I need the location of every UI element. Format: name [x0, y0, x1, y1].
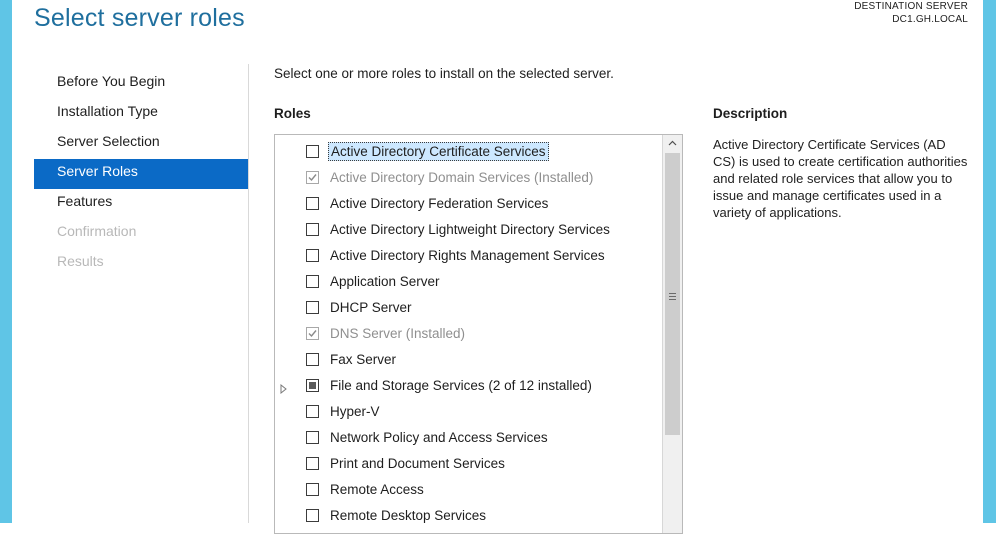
nav-item-confirmation: Confirmation — [57, 223, 137, 239]
role-checkbox[interactable] — [306, 353, 319, 366]
role-row[interactable]: Active Directory Domain Services (Instal… — [275, 165, 661, 191]
destination-server-name: DC1.GH.LOCAL — [892, 14, 968, 25]
role-label[interactable]: Application Server — [328, 273, 442, 290]
role-label[interactable]: Active Directory Certificate Services — [328, 142, 549, 161]
role-row[interactable]: Active Directory Lightweight Directory S… — [275, 217, 661, 243]
role-row[interactable]: Network Policy and Access Services — [275, 425, 661, 451]
role-checkbox[interactable] — [306, 405, 319, 418]
role-label[interactable]: Hyper-V — [328, 403, 382, 420]
instruction-text: Select one or more roles to install on t… — [274, 66, 614, 81]
role-row[interactable]: Fax Server — [275, 347, 661, 373]
role-row[interactable]: Active Directory Rights Management Servi… — [275, 243, 661, 269]
role-checkbox[interactable] — [306, 431, 319, 444]
role-row[interactable]: File and Storage Services (2 of 12 insta… — [275, 373, 661, 399]
nav-item-server-selection[interactable]: Server Selection — [34, 129, 248, 159]
role-row[interactable]: Application Server — [275, 269, 661, 295]
destination-server-info: DESTINATION SERVER DC1.GH.LOCAL — [854, 0, 968, 26]
role-checkbox[interactable] — [306, 483, 319, 496]
role-label[interactable]: Active Directory Domain Services (Instal… — [328, 169, 595, 186]
role-checkbox[interactable] — [306, 145, 319, 158]
page-title: Select server roles — [34, 4, 245, 32]
role-label[interactable]: DNS Server (Installed) — [328, 325, 467, 342]
role-label[interactable]: Fax Server — [328, 351, 398, 368]
window-frame-left — [0, 0, 12, 523]
role-row[interactable]: Print and Document Services — [275, 451, 661, 477]
chevron-up-icon — [668, 140, 677, 146]
role-checkbox — [306, 327, 319, 340]
nav-item-installation-type[interactable]: Installation Type — [34, 99, 248, 129]
role-checkbox[interactable] — [306, 249, 319, 262]
nav-item-before-you-begin[interactable]: Before You Begin — [34, 69, 248, 99]
nav-item-features[interactable]: Features — [34, 189, 248, 219]
role-checkbox[interactable] — [306, 509, 319, 522]
scroll-up-button[interactable] — [663, 135, 682, 152]
role-label[interactable]: Active Directory Lightweight Directory S… — [328, 221, 612, 238]
description-heading: Description — [713, 106, 788, 121]
grip-lines-icon — [669, 293, 676, 302]
description-text: Active Directory Certificate Services (A… — [713, 137, 968, 220]
destination-label: DESTINATION SERVER — [854, 1, 968, 12]
nav-divider — [248, 64, 249, 523]
role-row[interactable]: DHCP Server — [275, 295, 661, 321]
role-row[interactable]: Active Directory Certificate Services — [275, 139, 661, 165]
scroll-thumb[interactable] — [665, 153, 680, 435]
role-row[interactable]: Active Directory Federation Services — [275, 191, 661, 217]
role-checkbox[interactable] — [306, 457, 319, 470]
role-label[interactable]: Network Policy and Access Services — [328, 429, 550, 446]
window-frame-right — [983, 0, 996, 523]
roles-list[interactable]: Active Directory Certificate Services Act… — [274, 134, 683, 534]
role-row[interactable]: DNS Server (Installed) — [275, 321, 661, 347]
role-label[interactable]: Active Directory Rights Management Servi… — [328, 247, 607, 264]
role-label[interactable]: Remote Desktop Services — [328, 507, 488, 524]
role-label[interactable]: Print and Document Services — [328, 455, 507, 472]
role-checkbox[interactable] — [306, 275, 319, 288]
role-checkbox — [306, 171, 319, 184]
nav-item-server-roles[interactable]: Server Roles — [34, 159, 248, 189]
role-checkbox[interactable] — [306, 301, 319, 314]
role-label[interactable]: Remote Access — [328, 481, 426, 498]
nav-item-results: Results — [57, 253, 104, 269]
role-row[interactable]: Remote Desktop Services — [275, 503, 661, 529]
role-label[interactable]: DHCP Server — [328, 299, 414, 316]
role-row[interactable]: Hyper-V — [275, 399, 661, 425]
role-label[interactable]: Active Directory Federation Services — [328, 195, 550, 212]
role-checkbox[interactable] — [306, 197, 319, 210]
role-label[interactable]: File and Storage Services (2 of 12 insta… — [328, 377, 594, 394]
roles-heading: Roles — [274, 106, 311, 121]
roles-scrollbar[interactable] — [662, 135, 682, 533]
role-checkbox[interactable] — [306, 379, 319, 392]
triangle-right-icon[interactable] — [280, 381, 288, 399]
role-checkbox[interactable] — [306, 223, 319, 236]
wizard-navigation: Before You Begin Installation Type Server … — [34, 69, 248, 279]
role-row[interactable]: Remote Access — [275, 477, 661, 503]
